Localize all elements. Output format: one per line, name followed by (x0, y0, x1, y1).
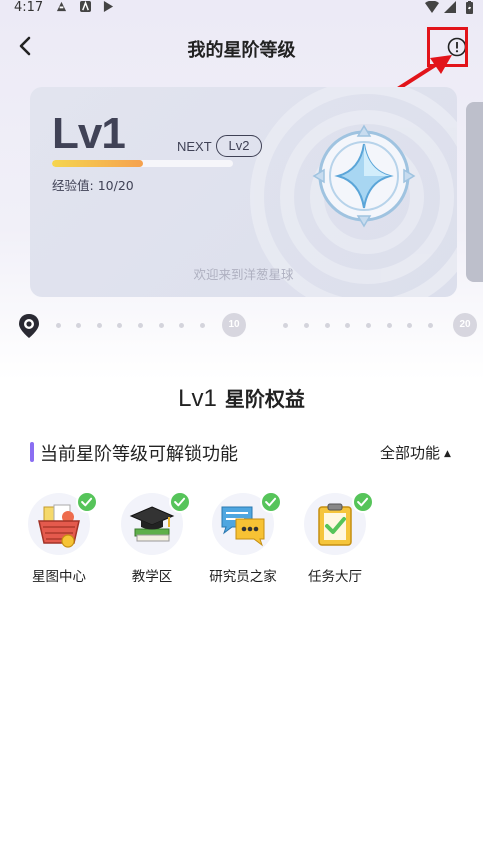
feature-label: 教学区 (131, 569, 173, 585)
feature-icon-bg (28, 491, 98, 555)
unlocked-check-icon (76, 491, 98, 513)
level-track: 10 20 (0, 310, 483, 340)
track-dot (200, 323, 205, 328)
location-pin-icon (19, 314, 39, 338)
track-dot (366, 323, 371, 328)
track-dot (117, 323, 122, 328)
next-level-card-peek[interactable] (466, 102, 483, 282)
feature-icon-bg (304, 491, 374, 555)
track-dot (387, 323, 392, 328)
exp-label: 经验值: (52, 178, 94, 193)
star-level-badge-icon (312, 124, 416, 228)
track-dot (428, 323, 433, 328)
track-dot (325, 323, 330, 328)
benefits-title: 星阶权益 (224, 387, 305, 411)
exp-value: 10/20 (97, 178, 134, 193)
section-accent-bar (30, 442, 34, 462)
welcome-text: 欢迎来到洋葱星球 (193, 267, 294, 282)
battery-icon (466, 1, 473, 14)
exp-text: 经验值: 10/20 (52, 175, 134, 194)
track-dot (345, 323, 350, 328)
status-time: 4:17 (14, 0, 44, 15)
track-dot (159, 323, 164, 328)
feature-item-teaching[interactable]: 教学区 (112, 491, 192, 585)
section-label: 当前星阶等级可解锁功能 (40, 444, 238, 465)
next-label: NEXT (177, 139, 212, 154)
next-level-badge: Lv2 (216, 135, 262, 157)
benefits-heading: Lv1 星阶权益 (0, 383, 483, 413)
feature-icon-bg (212, 491, 282, 555)
feature-label: 星图中心 (32, 569, 86, 585)
track-dot (76, 323, 81, 328)
exp-progress-bar (52, 160, 233, 167)
unlocked-check-icon (260, 491, 282, 513)
benefits-level: Lv1 (178, 385, 217, 412)
page-title: 我的星阶等级 (187, 40, 296, 61)
track-dot (407, 323, 412, 328)
exp-progress-fill (52, 160, 143, 167)
current-level: Lv1 (52, 109, 126, 158)
track-dot (304, 323, 309, 328)
feature-item-task-hall[interactable]: 任务大厅 (295, 491, 375, 585)
feature-item-researcher-home[interactable]: 研究员之家 (203, 491, 283, 585)
highlight-box (427, 27, 468, 67)
caret-up-icon: ▲ (444, 449, 451, 459)
unlocked-check-icon (169, 491, 191, 513)
track-dot (97, 323, 102, 328)
all-features-label: 全部功能 (380, 444, 441, 462)
signal-icon (444, 1, 456, 13)
app-notification-icon (56, 1, 67, 12)
unlocked-check-icon (352, 491, 374, 513)
status-bar: 4:17 (0, 0, 483, 16)
wifi-icon (425, 1, 439, 13)
top-app-bar: 我的星阶等级 (0, 28, 483, 68)
app-notification-icon (80, 1, 91, 12)
level-card[interactable]: Lv1 NEXT Lv2 经验值: 10/20 欢迎来到洋葱星球 (30, 87, 457, 297)
track-dot (56, 323, 61, 328)
feature-label: 任务大厅 (308, 569, 362, 585)
feature-item-star-map[interactable]: 星图中心 (19, 491, 99, 585)
all-features-toggle[interactable]: 全部功能 ▲ (380, 442, 451, 463)
feature-label: 研究员之家 (209, 569, 277, 585)
track-dot (283, 323, 288, 328)
track-dot (138, 323, 143, 328)
level-milestone: 20 (453, 313, 477, 337)
track-dot (179, 323, 184, 328)
feature-icon-bg (121, 491, 191, 555)
play-store-icon (103, 1, 114, 12)
level-milestone: 10 (222, 313, 246, 337)
